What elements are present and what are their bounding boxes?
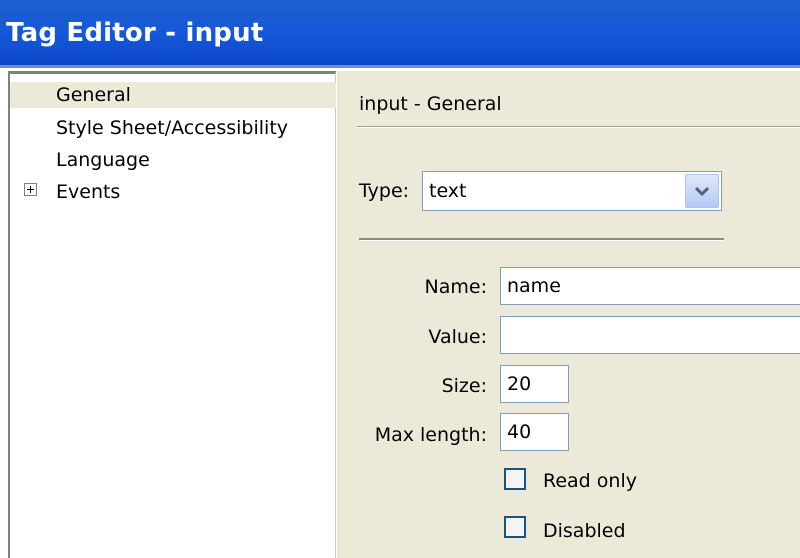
type-select[interactable]: text bbox=[422, 171, 722, 211]
disabled-checkbox[interactable] bbox=[504, 516, 526, 538]
type-dropdown-button[interactable] bbox=[685, 174, 719, 208]
size-field[interactable]: 20 bbox=[500, 365, 569, 403]
read-only-checkbox[interactable] bbox=[504, 468, 526, 490]
properties-panel: input - General Type: text Name: name Va… bbox=[337, 71, 800, 558]
plus-box-icon[interactable] bbox=[24, 183, 37, 196]
chevron-down-icon bbox=[695, 186, 709, 197]
divider bbox=[359, 238, 724, 241]
name-field[interactable]: name bbox=[500, 267, 800, 305]
tree-item-language[interactable]: Language bbox=[52, 147, 154, 173]
tree-item-general[interactable]: General bbox=[10, 82, 336, 108]
window-title: Tag Editor - input bbox=[6, 18, 264, 48]
disabled-label: Disabled bbox=[543, 520, 626, 542]
read-only-label: Read only bbox=[543, 470, 637, 492]
value-field[interactable] bbox=[500, 316, 800, 354]
value-label: Value: bbox=[428, 326, 487, 348]
max-length-label: Max length: bbox=[374, 424, 487, 446]
type-value: text bbox=[429, 180, 467, 202]
tree-item-style-sheet-accessibility[interactable]: Style Sheet/Accessibility bbox=[52, 115, 292, 141]
tree-item-events[interactable]: Events bbox=[52, 179, 124, 205]
divider bbox=[357, 126, 800, 128]
max-length-field[interactable]: 40 bbox=[500, 413, 569, 451]
name-label: Name: bbox=[424, 276, 487, 298]
type-label: Type: bbox=[359, 180, 410, 202]
size-label: Size: bbox=[441, 375, 487, 397]
section-title: input - General bbox=[359, 93, 502, 115]
title-bar: Tag Editor - input bbox=[0, 0, 800, 68]
tag-tree: General Style Sheet/Accessibility Langua… bbox=[8, 71, 336, 558]
